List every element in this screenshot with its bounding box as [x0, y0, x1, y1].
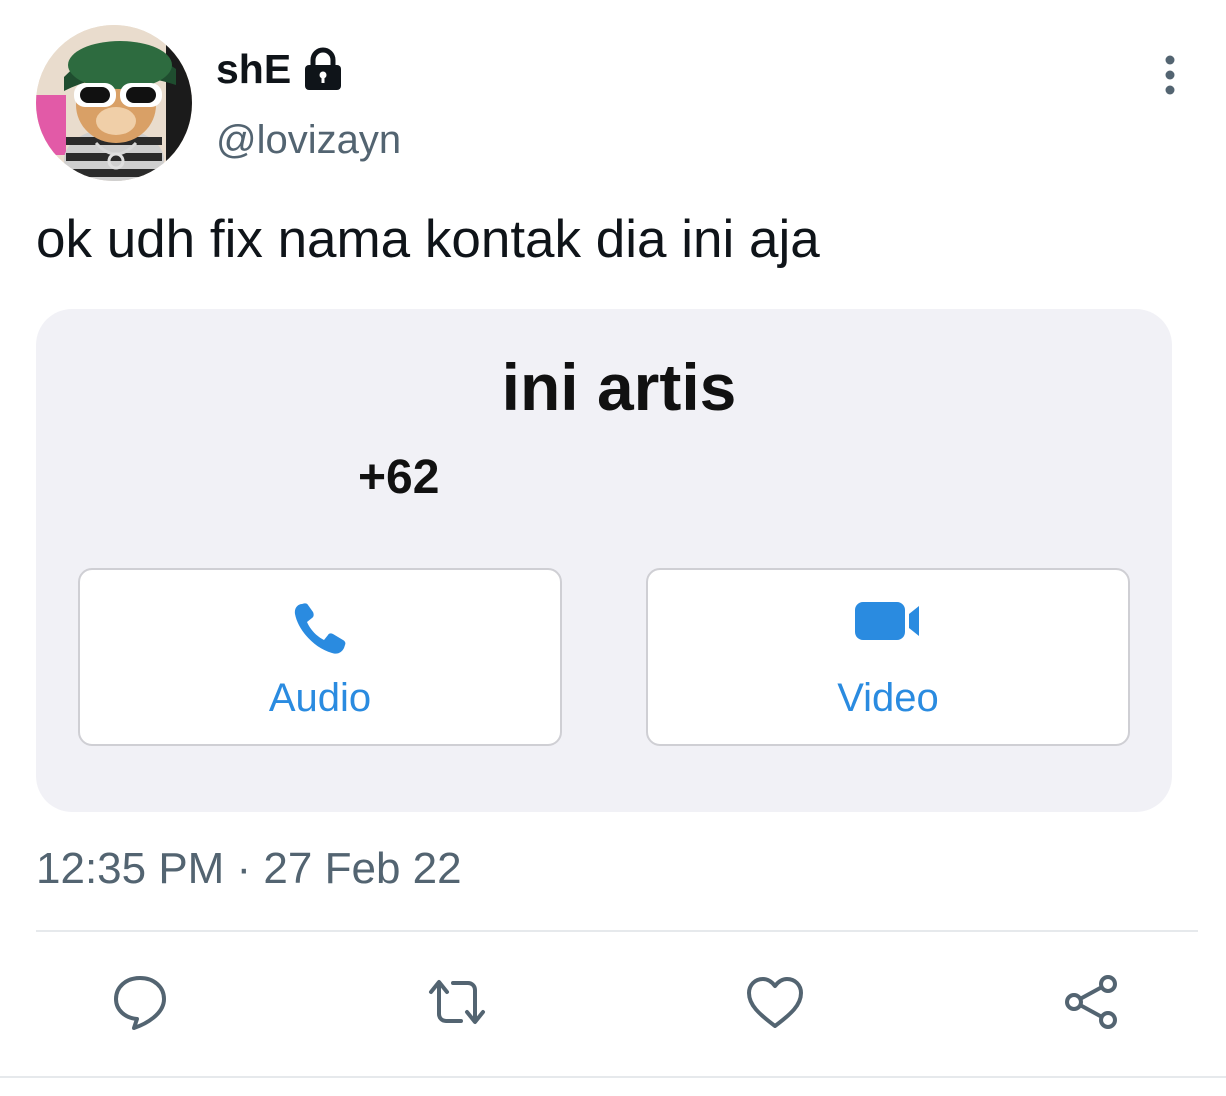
video-call-button: Video: [646, 568, 1130, 746]
divider: [36, 930, 1198, 932]
reply-icon: [110, 972, 170, 1037]
tweet-text: ok udh fix nama kontak dia ini aja: [36, 210, 820, 269]
phone-icon: [288, 596, 352, 665]
audio-call-button: Audio: [78, 568, 562, 746]
heart-icon: [745, 974, 805, 1035]
share-button[interactable]: [1060, 972, 1124, 1036]
retweet-icon: [425, 974, 489, 1035]
tweet-timestamp[interactable]: 12:35 PM · 27 Feb 22: [36, 842, 462, 896]
author-handle[interactable]: @lovizayn: [216, 116, 401, 164]
like-button[interactable]: [743, 972, 807, 1036]
audio-button-label: Audio: [268, 676, 372, 720]
video-button-label: Video: [837, 676, 939, 720]
author-display-name[interactable]: shE: [216, 44, 291, 94]
reply-button[interactable]: [108, 972, 172, 1036]
contact-name: ini artis: [501, 350, 737, 424]
avatar-cat-image: [36, 25, 192, 181]
avatar[interactable]: [36, 25, 192, 181]
video-camera-icon: [853, 596, 923, 651]
tweet-media-image[interactable]: ini artis +62 Audio Video: [36, 309, 1172, 812]
lock-icon: [301, 46, 345, 92]
retweet-button[interactable]: [425, 972, 489, 1036]
author-name-row[interactable]: shE: [216, 44, 345, 94]
share-icon: [1062, 972, 1122, 1037]
more-options-icon[interactable]: [1152, 52, 1188, 98]
contact-number: +62: [358, 451, 440, 504]
bottom-divider: [0, 1076, 1226, 1078]
